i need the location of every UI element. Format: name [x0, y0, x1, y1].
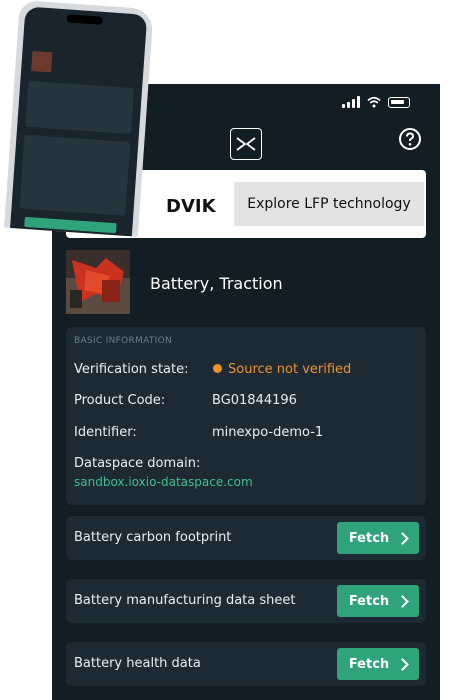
verification-label: Verification state:: [74, 362, 189, 377]
battery-icon: [388, 96, 410, 108]
fetch-item-carbon-footprint: Battery carbon footprint Fetch: [66, 516, 426, 560]
fetch-button-label: Fetch: [348, 656, 390, 672]
fetch-button-label: Fetch: [348, 593, 390, 609]
chevron-right-icon: [396, 595, 410, 608]
fetch-button[interactable]: Fetch: [337, 648, 419, 680]
product-code-value: BG01844196: [212, 393, 297, 408]
banner-brand: DVIK: [166, 196, 216, 217]
verification-status: Source not verified: [213, 362, 351, 377]
mockup-detail-card: [19, 134, 131, 216]
identifier-label: Identifier:: [74, 425, 137, 440]
explore-lfp-button[interactable]: Explore LFP technology: [234, 182, 424, 226]
product-image: [66, 250, 130, 314]
fetch-button[interactable]: Fetch: [337, 585, 419, 617]
close-x-logo-icon[interactable]: [230, 128, 262, 160]
chevron-right-icon: [396, 532, 410, 545]
fetch-button[interactable]: Fetch: [337, 522, 419, 554]
verification-value: Source not verified: [228, 362, 352, 377]
fetch-item-manufacturing-data-sheet: Battery manufacturing data sheet Fetch: [66, 579, 426, 623]
dataspace-label: Dataspace domain:: [74, 456, 201, 471]
phone-mockup-screen: [9, 6, 148, 237]
basic-information-card: BASIC INFORMATION Verification state: So…: [66, 327, 426, 505]
chevron-right-icon: [396, 658, 410, 671]
phone-notch: [66, 14, 104, 25]
phone-mockup-image: [4, 0, 154, 237]
wifi-icon: [367, 96, 381, 108]
section-label: BASIC INFORMATION: [74, 336, 173, 346]
fetch-item-label: Battery health data: [74, 656, 201, 671]
identifier-value: minexpo-demo-1: [212, 425, 324, 440]
fetch-button-label: Fetch: [348, 530, 390, 546]
fetch-item-label: Battery manufacturing data sheet: [74, 593, 296, 608]
product-code-label: Product Code:: [74, 393, 166, 408]
mockup-product-image: [31, 50, 53, 73]
status-bar: [342, 96, 410, 108]
fetch-item-health-data: Battery health data Fetch: [66, 642, 426, 686]
fetch-item-label: Battery carbon footprint: [74, 530, 232, 545]
mockup-info-card: [25, 80, 135, 135]
signal-icon: [342, 96, 360, 108]
question-circle-icon[interactable]: [398, 127, 422, 151]
product-title: Battery, Traction: [150, 274, 283, 293]
mockup-button: [24, 216, 117, 234]
dataspace-link[interactable]: sandbox.ioxio-dataspace.com: [74, 475, 253, 489]
warning-icon: [213, 364, 222, 373]
